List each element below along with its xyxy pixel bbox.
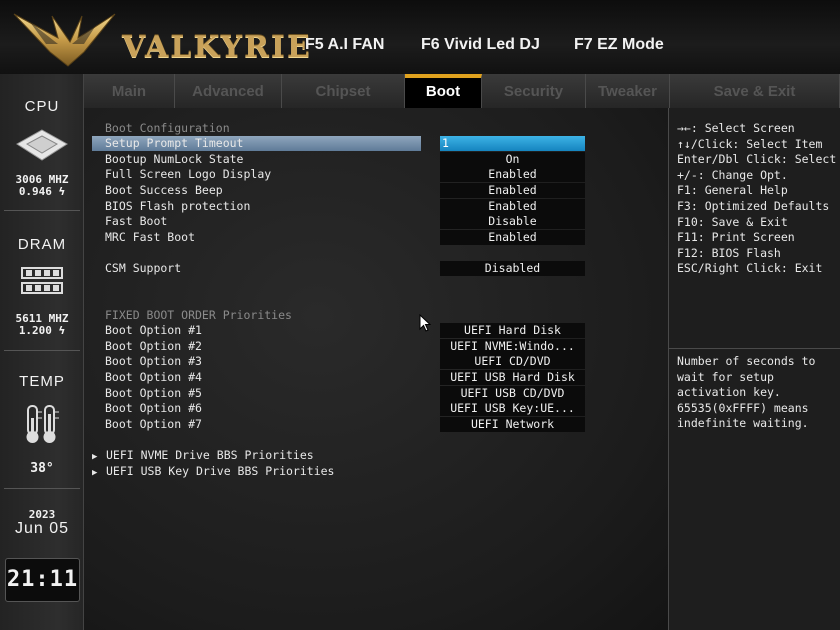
- help-key-line: F11: Print Screen: [677, 230, 795, 245]
- help-panel: →←: Select Screen ↑↓/Click: Select Item …: [668, 108, 840, 630]
- memory-module-icon: [0, 266, 84, 300]
- setting-label[interactable]: CSM Support: [105, 261, 181, 275]
- clock-display: 21:11: [5, 558, 80, 602]
- ez-mode-hotkey[interactable]: F7 EZ Mode: [574, 36, 664, 54]
- help-key-line: F12: BIOS Flash: [677, 245, 781, 260]
- boot-option-label[interactable]: Boot Option #3: [105, 354, 202, 368]
- help-key-line: F1: General Help: [677, 183, 788, 198]
- vivid-led-dj-hotkey[interactable]: F6 Vivid Led DJ: [421, 36, 540, 54]
- boot-option-5-select[interactable]: UEFI USB CD/DVD: [440, 386, 585, 401]
- boot-option-label[interactable]: Boot Option #7: [105, 417, 202, 431]
- setting-label[interactable]: Full Screen Logo Display: [105, 167, 271, 181]
- rail-divider: [4, 210, 80, 211]
- thermometer-icon: [0, 404, 84, 450]
- tab-tweaker[interactable]: Tweaker: [586, 74, 670, 108]
- status-sidebar: CPU 3006 MHZ 0.946 ϟ DRAM 5611 MHZ 1.200…: [0, 74, 84, 630]
- boot-success-beep-select[interactable]: Enabled: [440, 183, 585, 198]
- boot-option-6-select[interactable]: UEFI USB Key:UE...: [440, 401, 585, 416]
- voltage-bolt-icon: ϟ: [51, 324, 66, 337]
- setting-label[interactable]: Boot Success Beep: [105, 183, 223, 197]
- setting-label[interactable]: Setup Prompt Timeout: [105, 136, 243, 150]
- ai-fan-hotkey[interactable]: F5 A.I FAN: [305, 36, 384, 54]
- mouse-pointer-icon: [419, 314, 431, 332]
- dram-title: DRAM: [17, 236, 67, 253]
- setting-label[interactable]: BIOS Flash protection: [105, 199, 250, 213]
- voltage-bolt-icon: ϟ: [51, 185, 66, 198]
- dram-voltage: 1.200 ϟ: [18, 324, 66, 337]
- cpu-chip-icon: [0, 128, 84, 166]
- cpu-title: CPU: [24, 98, 60, 115]
- help-key-line: F10: Save & Exit: [677, 214, 788, 229]
- nvme-bbs-priorities-link[interactable]: ▶ UEFI NVME Drive BBS Priorities: [92, 448, 314, 462]
- help-key-line: →←: Select Screen: [677, 121, 795, 135]
- date-day: Jun 05: [14, 520, 70, 537]
- setting-label[interactable]: MRC Fast Boot: [105, 230, 195, 244]
- description-line: indefinite waiting.: [677, 416, 809, 431]
- cpu-voltage: 0.946 ϟ: [18, 185, 66, 198]
- clock-time: 21:11: [6, 567, 79, 592]
- description-line: Number of seconds to: [677, 354, 816, 368]
- rail-divider: [4, 350, 80, 351]
- temperature-value: 38°: [30, 461, 54, 476]
- tab-security[interactable]: Security: [482, 74, 586, 108]
- header: VALKYRIE F5 A.I FAN F6 Vivid Led DJ F7 E…: [0, 0, 840, 74]
- boot-option-3-select[interactable]: UEFI CD/DVD: [440, 354, 585, 369]
- brand-logo: VALKYRIE: [12, 8, 310, 68]
- tab-save-exit[interactable]: Save & Exit: [670, 74, 840, 108]
- rail-divider: [4, 488, 80, 489]
- help-key-line: F3: Optimized Defaults: [677, 199, 830, 213]
- help-key-line: Enter/Dbl Click: Select: [677, 152, 837, 167]
- boot-settings-panel: Boot Configuration Setup Prompt Timeout …: [84, 108, 668, 630]
- mrc-fast-boot-select[interactable]: Enabled: [440, 230, 585, 245]
- description-line: wait for setup: [677, 369, 774, 384]
- usb-key-bbs-priorities-link[interactable]: ▶ UEFI USB Key Drive BBS Priorities: [92, 464, 334, 478]
- description-line: activation key.: [677, 385, 781, 400]
- submenu-arrow-icon: ▶: [92, 452, 98, 462]
- description-line: 65535(0xFFFF) means: [677, 400, 809, 415]
- numlock-state-select[interactable]: On: [440, 152, 585, 167]
- boot-option-label[interactable]: Boot Option #4: [105, 370, 202, 384]
- boot-option-label[interactable]: Boot Option #1: [105, 323, 202, 337]
- submenu-arrow-icon: ▶: [92, 468, 98, 478]
- setting-label[interactable]: Fast Boot: [105, 214, 167, 228]
- tab-advanced[interactable]: Advanced: [175, 74, 282, 108]
- help-key-line: ↑↓/Click: Select Item: [677, 136, 823, 151]
- boot-option-label[interactable]: Boot Option #2: [105, 339, 202, 353]
- boot-option-7-select[interactable]: UEFI Network: [440, 417, 585, 432]
- help-key-line: +/-: Change Opt.: [677, 167, 788, 182]
- boot-option-label[interactable]: Boot Option #6: [105, 401, 202, 415]
- tab-boot[interactable]: Boot: [405, 74, 482, 108]
- boot-option-4-select[interactable]: UEFI USB Hard Disk: [440, 370, 585, 385]
- tab-main[interactable]: Main: [84, 74, 175, 108]
- tab-bar: Main Advanced Chipset Boot Security Twea…: [84, 74, 840, 108]
- boot-order-heading: FIXED BOOT ORDER Priorities: [105, 308, 292, 322]
- wing-logo-icon: [13, 13, 116, 67]
- setting-label[interactable]: Bootup NumLock State: [105, 152, 243, 166]
- help-key-line: ESC/Right Click: Exit: [677, 261, 823, 276]
- boot-configuration-heading: Boot Configuration: [105, 121, 230, 135]
- item-description: Number of seconds to wait for setup acti…: [677, 354, 837, 432]
- brand-name: VALKYRIE: [122, 30, 312, 65]
- csm-support-select[interactable]: Disabled: [440, 261, 585, 276]
- bios-flash-protection-select[interactable]: Enabled: [440, 199, 585, 214]
- boot-option-label[interactable]: Boot Option #5: [105, 386, 202, 400]
- setup-prompt-timeout-input[interactable]: 1: [440, 136, 585, 151]
- fast-boot-select[interactable]: Disable: [440, 214, 585, 229]
- temp-title: TEMP: [19, 373, 65, 390]
- help-divider: [669, 348, 840, 349]
- boot-option-2-select[interactable]: UEFI NVME:Windo...: [440, 339, 585, 354]
- boot-option-1-select[interactable]: UEFI Hard Disk: [440, 323, 585, 338]
- logo-display-select[interactable]: Enabled: [440, 167, 585, 182]
- tab-chipset[interactable]: Chipset: [282, 74, 405, 108]
